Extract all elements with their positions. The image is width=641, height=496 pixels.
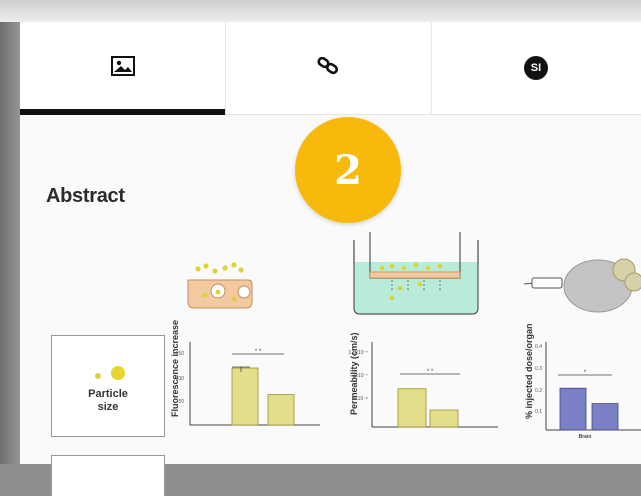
panel3-bar-0 (559, 387, 587, 431)
abstract-heading: Abstract (46, 185, 125, 207)
panel-fluorescence: Fluorescence increase 150 100 50 * * (170, 320, 320, 426)
tab-bar: SI (20, 22, 641, 115)
panel1-ytick-1: 100 (176, 376, 185, 382)
tab-links[interactable] (225, 22, 432, 114)
panel1-bar-0 (231, 367, 259, 426)
step-number-badge: 2 (295, 117, 401, 223)
panel2-significance: * * (427, 369, 434, 375)
panel-injected-dose: % injected dose/organ 0.4 0.3 0.2 0.1 * … (524, 323, 641, 440)
tab-supporting-info[interactable]: SI (431, 22, 641, 114)
tab-figures[interactable] (20, 22, 226, 114)
panel1-significance: * * (255, 349, 262, 355)
panel3-ytick-0: 0.4 (535, 344, 542, 350)
panel3-ytick-1: 0.3 (535, 366, 542, 372)
panel2-bar-1 (429, 409, 459, 428)
panel1-ytick-0: 150 (176, 351, 185, 357)
panel1-bar-1 (267, 394, 295, 426)
image-icon (110, 55, 135, 81)
panel2-ytick-0: 1.5x10⁻⁷ (349, 350, 369, 356)
panel-permeability: Permeability (cm/s) 1.5x10⁻⁷ 1x10⁻⁷ 5x10… (349, 332, 498, 428)
chart-panels: Fluorescence increase 150 100 50 * * Per… (170, 320, 641, 440)
panel3-ytick-2: 0.2 (535, 388, 542, 394)
panel2-ytick-1: 1x10⁻⁷ (353, 373, 368, 379)
si-badge-icon: SI (524, 56, 548, 80)
panel2-bar-0 (397, 388, 427, 428)
screen-edge-shadow-top (0, 0, 641, 22)
panel1-ytick-2: 50 (178, 399, 184, 405)
article-page: SI 2 Abstract Particle size Fluorescence… (20, 22, 641, 496)
active-tab-indicator (20, 109, 225, 115)
link-icon (317, 56, 339, 80)
screen-edge-shadow-left (0, 0, 22, 464)
panel3-xlabel: Brain (579, 434, 592, 440)
panel3-ylabel: % injected dose/organ (524, 323, 534, 419)
abstract-graphic: Particle size Fluorescence increase 150 … (20, 222, 641, 496)
panel3-bar-1 (591, 403, 619, 431)
panel2-ytick-2: 5x10⁻⁸ (352, 396, 368, 402)
panel3-ytick-3: 0.1 (535, 409, 542, 415)
